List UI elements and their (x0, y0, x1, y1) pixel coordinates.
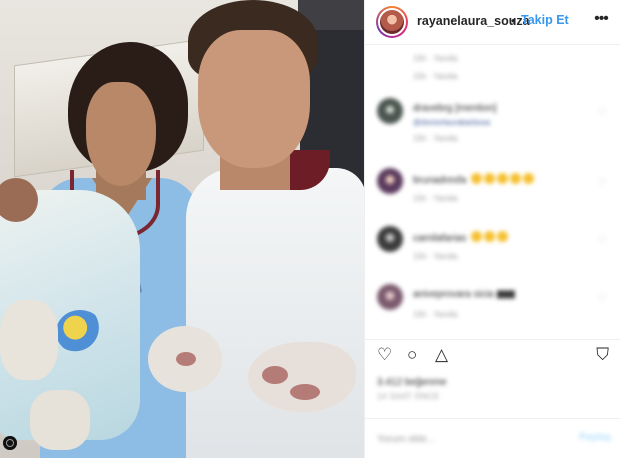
woman-gloved-hand-lower (30, 390, 90, 450)
header-separator: • (511, 13, 516, 28)
commenter-avatar[interactable] (377, 168, 403, 194)
comment-like-icon[interactable]: ♡ (597, 106, 607, 119)
comment-text: aniveprovara sicia ▮▮▮▮ (413, 289, 515, 300)
heart-outline-icon[interactable]: ♡ (377, 346, 392, 364)
comment-input[interactable] (377, 429, 567, 449)
comment-text: camilafarias (413, 231, 509, 244)
list-item: aniveprovara sicia ▮▮▮▮ 15h · Yanıtla ♡ (365, 284, 620, 336)
comment-text: brunadresfa (413, 173, 535, 186)
post-side-panel: rayanelaura_souza • Takip Et ••• 15h · Y… (364, 0, 620, 458)
comment-username[interactable]: aniveprovara sicia (413, 289, 494, 300)
post-actions-bar: ♡ ○ △ ⛉ (365, 339, 620, 369)
glove-stain (262, 366, 288, 384)
likes-count[interactable]: 3.412 beğenme (377, 377, 447, 388)
comment-like-icon[interactable]: ♡ (597, 234, 607, 247)
commenter-avatar[interactable] (377, 226, 403, 252)
comment-meta: 15h · Yanıtla (413, 72, 458, 81)
instagram-post-modal: rayanelaura_souza • Takip Et ••• 15h · Y… (0, 0, 620, 458)
comment-text: dravebrg [mention] (413, 103, 497, 114)
comment-meta: 15h · Yanıtla (413, 54, 458, 63)
comment-like-icon[interactable]: ♡ (597, 292, 607, 305)
bookmark-icon[interactable]: ⛉ (596, 346, 609, 364)
post-timestamp: 14 SAAT ÖNCE (377, 392, 440, 401)
glove-stain (176, 352, 196, 366)
add-comment-section: Paylaş (365, 418, 620, 458)
comment-meta: 15h · Yanıtla (413, 252, 458, 261)
comment-like-icon[interactable]: ♡ (597, 176, 607, 189)
post-header: rayanelaura_souza • Takip Et ••• (365, 0, 620, 45)
comment-bubble-icon[interactable]: ○ (407, 346, 417, 364)
follow-button[interactable]: Takip Et (521, 13, 569, 27)
avatar-image (378, 8, 406, 36)
glove-stain (290, 384, 320, 400)
comment-list[interactable]: 15h · Yanıtla 15h · Yanıtla dravebrg [me… (365, 46, 620, 338)
comment-mention[interactable]: @doctorlaurabarbosa (413, 118, 490, 127)
comment-meta: 15h · Yanıtla (413, 134, 458, 143)
commenter-avatar[interactable] (377, 98, 403, 124)
comment-meta: 15h · Yanıtla (413, 194, 458, 203)
comment-username[interactable]: camilafarias (413, 233, 466, 244)
share-icon[interactable]: △ (435, 346, 448, 364)
post-comment-button[interactable]: Paylaş (579, 432, 611, 443)
man-face (198, 30, 310, 168)
list-item: camilafarias 15h · Yanıtla ♡ (365, 226, 620, 278)
post-photo[interactable] (0, 0, 364, 458)
man-surgical-gown (186, 168, 364, 458)
user-tag-icon[interactable] (3, 436, 17, 450)
comment-meta: 15h · Yanıtla (413, 310, 458, 319)
commenter-avatar[interactable] (377, 284, 403, 310)
profile-avatar[interactable] (376, 6, 408, 38)
blanket-print (56, 310, 104, 354)
list-item: dravebrg [mention] @doctorlaurabarbosa 1… (365, 98, 620, 150)
list-item: brunadresfa 15h · Yanıtla ♡ (365, 168, 620, 220)
woman-gloved-hand (0, 300, 58, 380)
comment-username[interactable]: brunadresfa (413, 175, 466, 186)
more-options-icon[interactable]: ••• (591, 11, 611, 31)
